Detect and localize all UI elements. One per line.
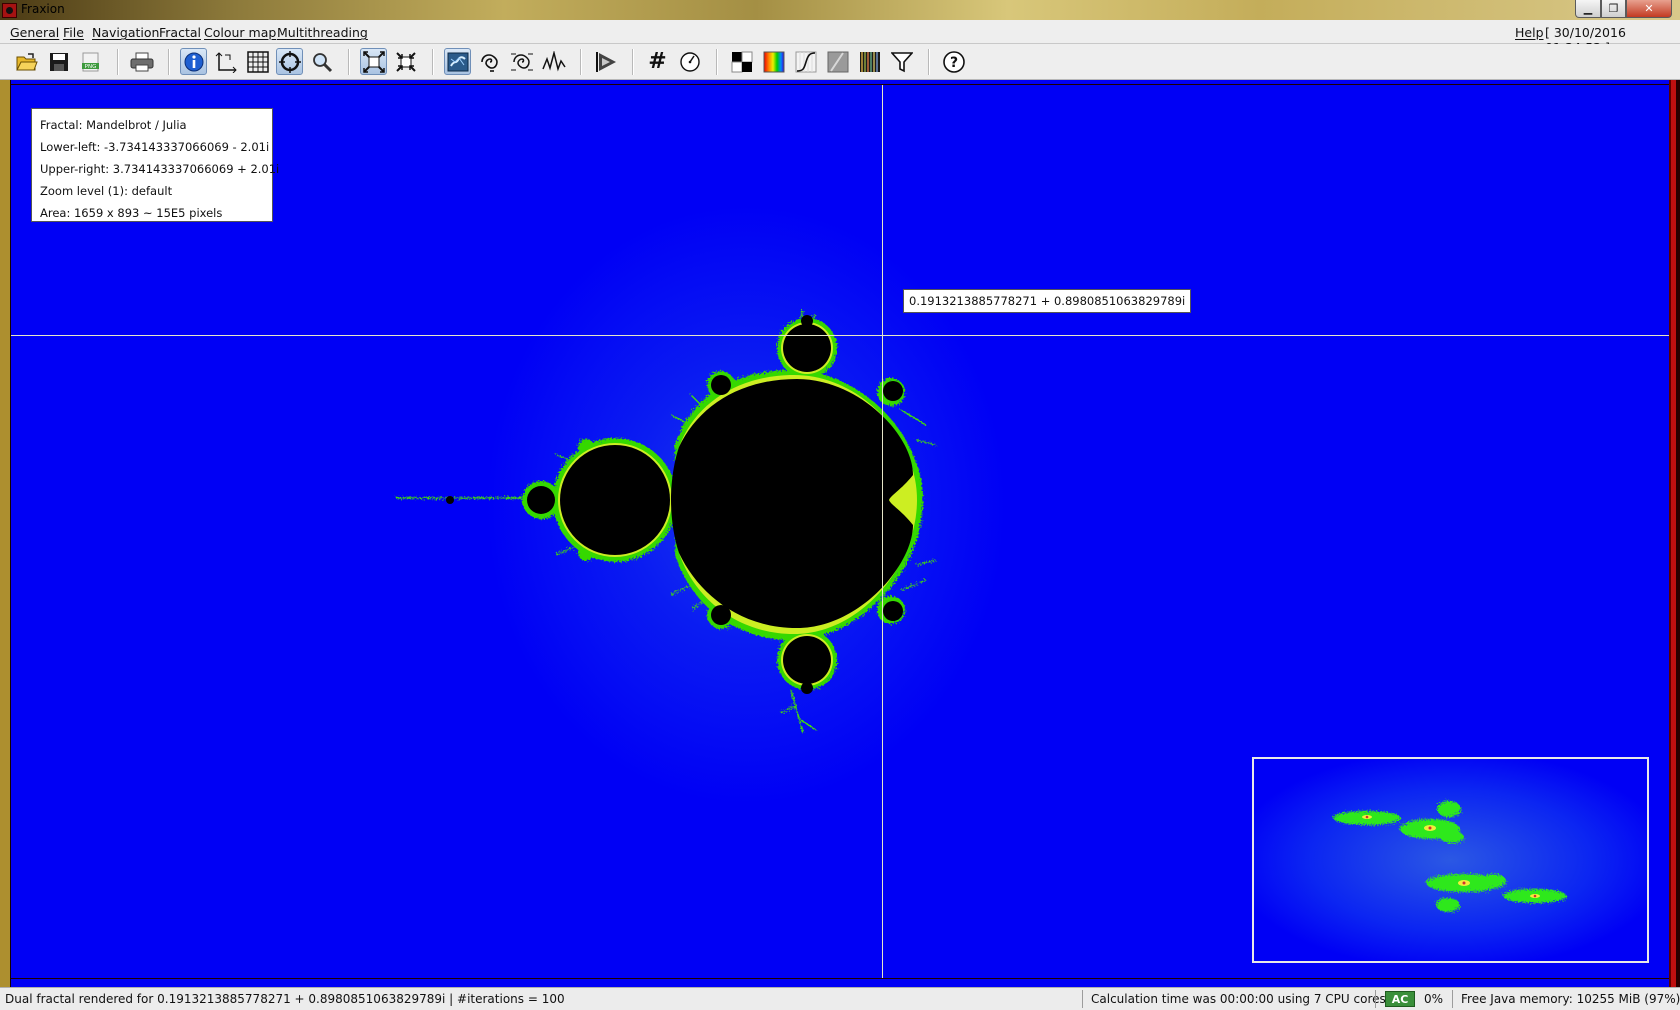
grid-icon[interactable]	[244, 48, 271, 75]
title-bar: Fraxion ▁ ❐ ✕	[0, 0, 1680, 20]
toolbar: PNG # ?	[0, 44, 1680, 80]
menu-fractal[interactable]: Fractal	[159, 25, 201, 40]
info-zoom-level: Zoom level (1): default	[40, 184, 173, 198]
colour-cycle-icon[interactable]	[728, 48, 755, 75]
menu-colour-map[interactable]: Colour map	[204, 25, 276, 40]
menu-file[interactable]: File	[63, 25, 84, 40]
crosshair-icon[interactable]	[276, 48, 303, 75]
gauge-icon[interactable]	[676, 48, 703, 75]
menu-bar: General File Navigation Fractal Colour m…	[0, 20, 1680, 55]
help-icon[interactable]: ?	[940, 48, 967, 75]
print-icon[interactable]	[128, 48, 155, 75]
orbit-spiral-icon[interactable]	[476, 48, 503, 75]
maximize-button[interactable]: ❐	[1601, 0, 1626, 18]
filter-icon[interactable]	[888, 48, 915, 75]
info-area: Area: 1659 x 893 ~ 15E5 pixels	[40, 206, 223, 220]
ac-power-icon: AC	[1385, 991, 1415, 1007]
crosshair-horizontal-line	[11, 335, 1669, 336]
status-progress-percent: 0%	[1424, 992, 1444, 1006]
axes-icon[interactable]	[212, 48, 239, 75]
svg-text:PNG: PNG	[84, 64, 96, 70]
window-title: Fraxion	[21, 2, 65, 16]
render-play-icon[interactable]	[592, 48, 619, 75]
fractal-info-panel: Fractal: Mandelbrot / Julia Lower-left: …	[31, 108, 280, 222]
zoom-fit-icon[interactable]	[360, 48, 387, 75]
status-bar: Dual fractal rendered for 0.191321388577…	[0, 987, 1680, 1010]
gradient-gray-icon[interactable]	[824, 48, 851, 75]
info-fractal-type: Fractal: Mandelbrot / Julia	[40, 118, 187, 132]
julia-set-preview[interactable]	[1252, 757, 1649, 963]
app-icon	[2, 3, 17, 18]
info-upper-right: Upper-right: 3.734143337066069 + 2.01i	[40, 162, 280, 176]
menu-navigation[interactable]: Navigation	[92, 25, 159, 40]
magnifier-icon[interactable]	[308, 48, 335, 75]
save-icon[interactable]	[45, 48, 72, 75]
curve-icon[interactable]	[792, 48, 819, 75]
zoom-reset-icon[interactable]	[392, 48, 419, 75]
export-png-icon[interactable]: PNG	[77, 48, 104, 75]
info-icon[interactable]	[180, 48, 207, 75]
spectrum-icon[interactable]	[760, 48, 787, 75]
menu-help[interactable]: Help	[1515, 25, 1544, 40]
julia-set-image	[1333, 801, 1567, 912]
info-lower-left: Lower-left: -3.734143337066069 - 2.01i	[40, 140, 270, 154]
status-free-memory: Free Java memory: 10255 MiB (97%)	[1461, 992, 1680, 1006]
status-calc-time: Calculation time was 00:00:00 using 7 CP…	[1091, 992, 1386, 1006]
menu-multithreading[interactable]: Multithreading	[277, 25, 368, 40]
palette-stripes-icon[interactable]	[856, 48, 883, 75]
orbit-analysis-icon[interactable]	[508, 48, 535, 75]
menu-general[interactable]: General	[10, 25, 59, 40]
waveform-icon[interactable]	[540, 48, 567, 75]
open-folder-icon[interactable]	[13, 48, 40, 75]
fractal-canvas[interactable]: Fractal: Mandelbrot / Julia Lower-left: …	[0, 80, 1680, 987]
svg-text:?: ?	[949, 55, 957, 71]
crosshair-vertical-line	[882, 85, 883, 978]
dual-fractal-icon[interactable]	[444, 48, 471, 75]
cursor-coordinate-tooltip: 0.1913213885778271 + 0.8980851063829789i	[903, 289, 1192, 313]
hash-icon[interactable]: #	[644, 48, 671, 75]
fractal-render[interactable]: Fractal: Mandelbrot / Julia Lower-left: …	[11, 84, 1669, 979]
close-button[interactable]: ✕	[1626, 0, 1672, 18]
minimize-button[interactable]: ▁	[1575, 0, 1601, 18]
status-render-info: Dual fractal rendered for 0.191321388577…	[5, 992, 565, 1006]
